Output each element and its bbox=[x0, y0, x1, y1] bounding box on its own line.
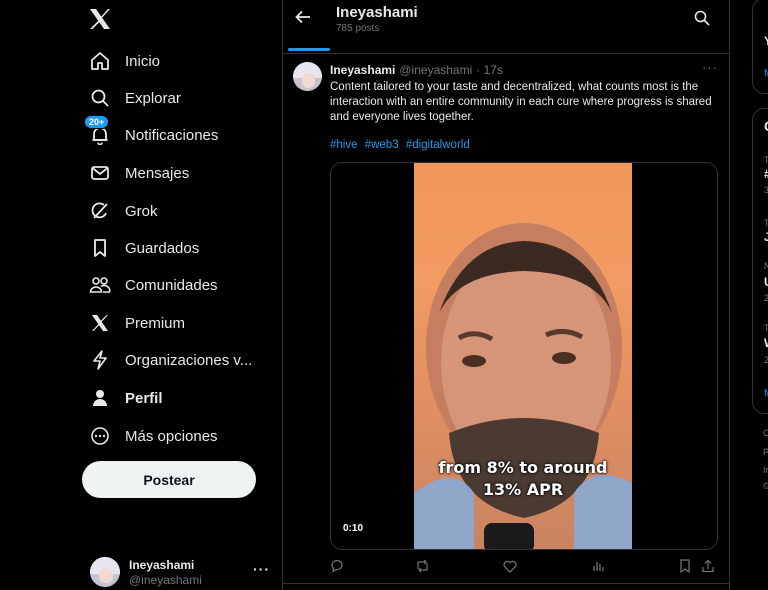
right-card-link[interactable]: M bbox=[764, 68, 768, 79]
avatar bbox=[90, 557, 120, 587]
video-caption: from 8% to around 13% APR bbox=[414, 457, 632, 501]
bookmark-icon[interactable] bbox=[677, 558, 693, 574]
person-icon bbox=[88, 386, 112, 410]
account-switcher[interactable]: Ineyashami @ineyashami ··· bbox=[88, 555, 278, 589]
trends-heading: C bbox=[764, 118, 768, 134]
mail-icon bbox=[88, 161, 112, 185]
show-more-link[interactable]: M bbox=[764, 388, 768, 399]
nav-notifications[interactable]: 20+ Notificaciones bbox=[84, 115, 219, 149]
nav-profile-label: Perfil bbox=[125, 389, 163, 407]
x-icon bbox=[88, 311, 112, 335]
tweet-hashtags: #hive #web3 #digitalworld bbox=[330, 139, 474, 151]
nav-organizations[interactable]: Organizaciones v... bbox=[88, 346, 252, 374]
hashtag-link[interactable]: #web3 bbox=[365, 139, 399, 151]
trend-item[interactable]: W bbox=[764, 336, 768, 350]
home-icon bbox=[88, 49, 112, 73]
page-title: Ineyashami bbox=[336, 4, 418, 21]
repost-icon[interactable] bbox=[414, 558, 430, 574]
more-horizontal-icon: ··· bbox=[253, 561, 270, 577]
nav-more-options[interactable]: Más opciones bbox=[88, 422, 218, 450]
right-card-text: Y bbox=[764, 34, 768, 48]
tweet-more-icon[interactable]: ··· bbox=[702, 60, 718, 75]
main-column: Ineyashami 785 posts Ineyashami @ineyash… bbox=[282, 0, 729, 590]
footer-link[interactable]: P bbox=[763, 447, 768, 457]
profile-header: Ineyashami 785 posts bbox=[282, 0, 729, 54]
back-arrow-icon[interactable] bbox=[294, 8, 316, 30]
post-count: 785 posts bbox=[336, 23, 380, 34]
nav-bookmarks[interactable]: Guardados bbox=[88, 234, 199, 262]
tweet-avatar[interactable] bbox=[293, 62, 322, 91]
nav-more-options-label: Más opciones bbox=[125, 427, 218, 445]
nav-home[interactable]: Inicio bbox=[88, 47, 160, 75]
trend-meta: 2 bbox=[764, 355, 768, 365]
active-tab-indicator bbox=[288, 48, 330, 51]
hashtag-link[interactable]: #hive bbox=[330, 139, 358, 151]
like-icon[interactable] bbox=[502, 558, 518, 574]
bookmark-icon bbox=[88, 236, 112, 260]
trend-item[interactable]: U bbox=[764, 275, 768, 289]
views-icon[interactable] bbox=[590, 558, 606, 574]
right-card-trends: C T # 3 T J N U 2 T W 2 M bbox=[752, 108, 768, 414]
footer-link[interactable]: Ir bbox=[763, 465, 768, 475]
share-icon[interactable] bbox=[700, 558, 716, 574]
bell-icon: 20+ bbox=[84, 115, 112, 147]
notification-badge: 20+ bbox=[84, 115, 110, 129]
trend-meta: T bbox=[764, 218, 768, 228]
tweet-text: Content tailored to your taste and decen… bbox=[330, 81, 712, 123]
tweet-author[interactable]: Ineyashami bbox=[330, 63, 395, 77]
divider bbox=[282, 583, 729, 584]
trend-meta: 2 bbox=[764, 293, 768, 303]
post-button[interactable]: Postear bbox=[82, 461, 256, 498]
divider bbox=[729, 0, 730, 590]
reply-icon[interactable] bbox=[329, 558, 345, 574]
trend-item[interactable]: J bbox=[764, 230, 768, 244]
right-card-subscribe: Y M bbox=[752, 0, 768, 94]
nav-profile[interactable]: Perfil bbox=[88, 384, 163, 412]
video-duration: 0:10 bbox=[343, 523, 364, 534]
footer-copyright: © bbox=[763, 481, 768, 491]
trend-meta: T bbox=[764, 323, 768, 333]
lightning-icon bbox=[88, 348, 112, 372]
account-handle: @ineyashami bbox=[129, 573, 202, 587]
nav-communities[interactable]: Comunidades bbox=[88, 271, 218, 299]
account-name: Ineyashami bbox=[129, 558, 195, 572]
nav-premium-label: Premium bbox=[125, 314, 186, 332]
grok-icon bbox=[88, 199, 112, 223]
nav-communities-label: Comunidades bbox=[125, 276, 218, 294]
nav-messages[interactable]: Mensajes bbox=[88, 159, 189, 187]
search-icon[interactable] bbox=[694, 10, 712, 28]
nav-organizations-label: Organizaciones v... bbox=[125, 351, 253, 369]
sidebar: Inicio Explorar 20+ Notificaciones Mensa… bbox=[0, 0, 282, 590]
tweet-handle[interactable]: @ineyashami bbox=[399, 63, 472, 77]
nav-messages-label: Mensajes bbox=[125, 164, 190, 182]
video-caption-line: from 8% to around bbox=[438, 458, 608, 477]
trend-meta: T bbox=[764, 155, 768, 165]
video-caption-line: 13% APR bbox=[482, 480, 564, 499]
x-logo-icon[interactable] bbox=[88, 8, 114, 32]
video-player[interactable]: from 8% to around 13% APR 0:10 bbox=[330, 162, 718, 550]
footer-link[interactable]: C bbox=[763, 428, 768, 438]
nav-notifications-label: Notificaciones bbox=[125, 126, 219, 144]
trend-meta: 3 bbox=[764, 185, 768, 195]
nav-grok-label: Grok bbox=[125, 202, 158, 220]
nav-grok[interactable]: Grok bbox=[88, 197, 158, 225]
trend-item[interactable]: # bbox=[764, 167, 768, 181]
video-frame: from 8% to around 13% APR bbox=[414, 163, 632, 549]
trend-meta: N bbox=[764, 261, 768, 271]
nav-explore-label: Explorar bbox=[125, 89, 181, 107]
more-circle-icon bbox=[88, 424, 112, 448]
people-icon bbox=[88, 273, 112, 297]
nav-home-label: Inicio bbox=[125, 52, 161, 70]
nav-explore[interactable]: Explorar bbox=[88, 84, 181, 112]
search-icon bbox=[88, 86, 112, 110]
tweet-time[interactable]: · 17s bbox=[476, 63, 503, 77]
hashtag-link[interactable]: #digitalworld bbox=[406, 139, 470, 151]
nav-bookmarks-label: Guardados bbox=[125, 239, 200, 257]
nav-premium[interactable]: Premium bbox=[88, 309, 185, 337]
